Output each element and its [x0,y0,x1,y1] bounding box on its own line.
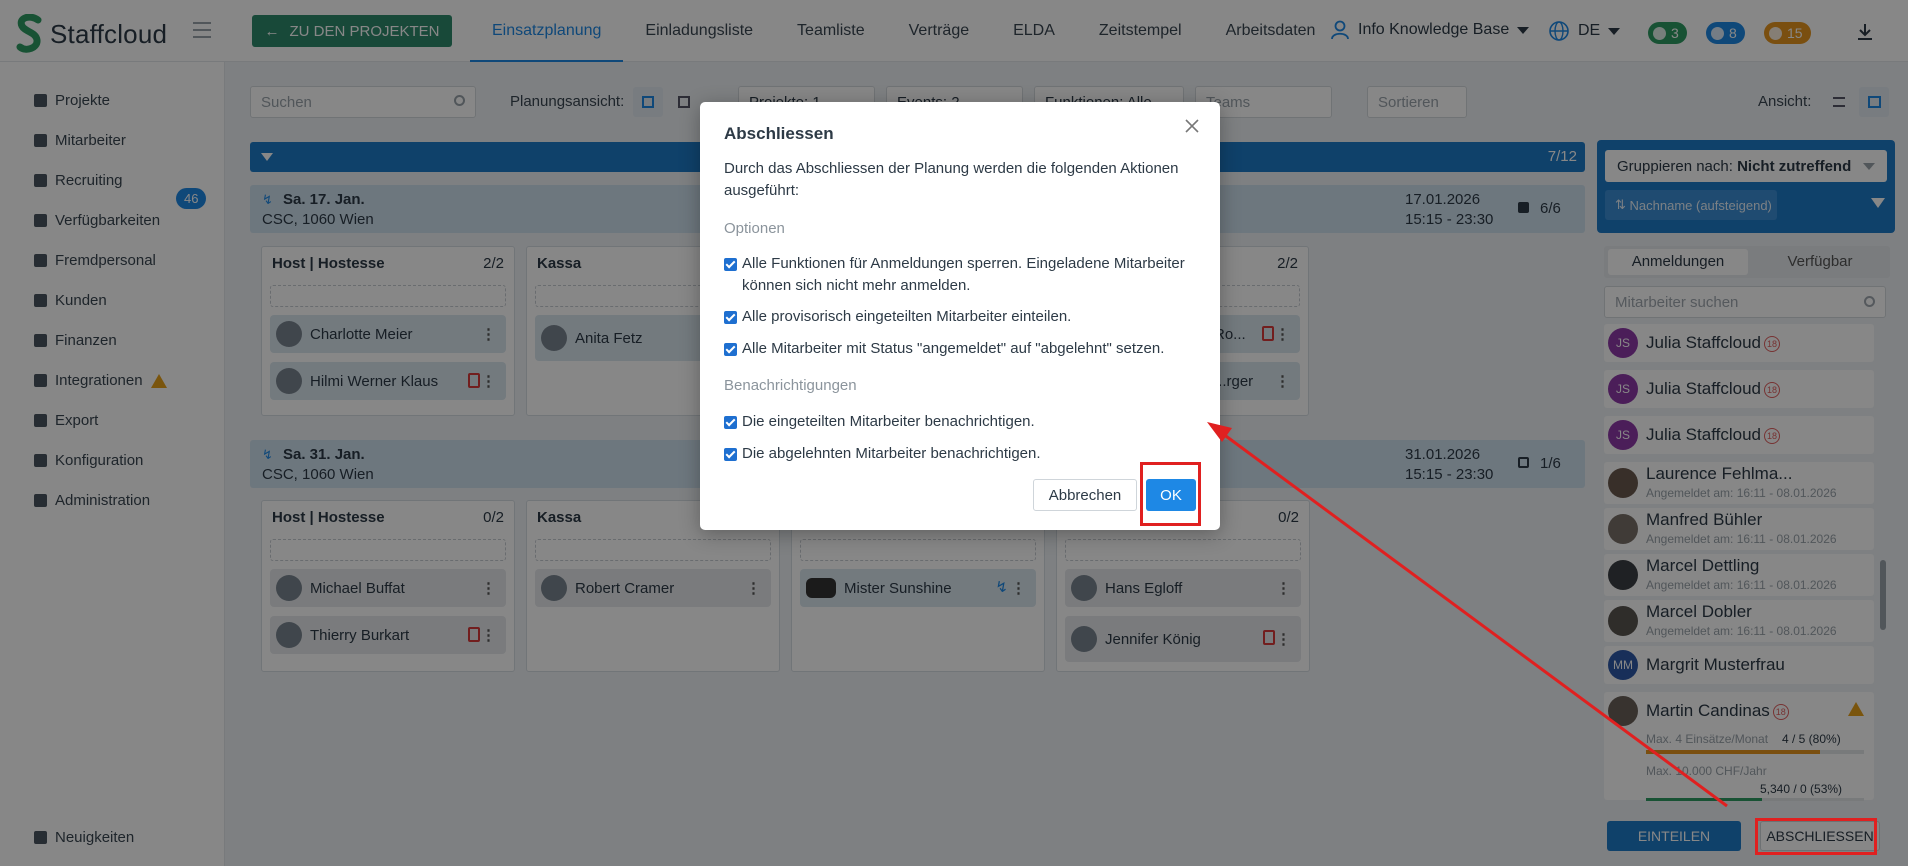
annotation-arrow [1207,422,1728,808]
